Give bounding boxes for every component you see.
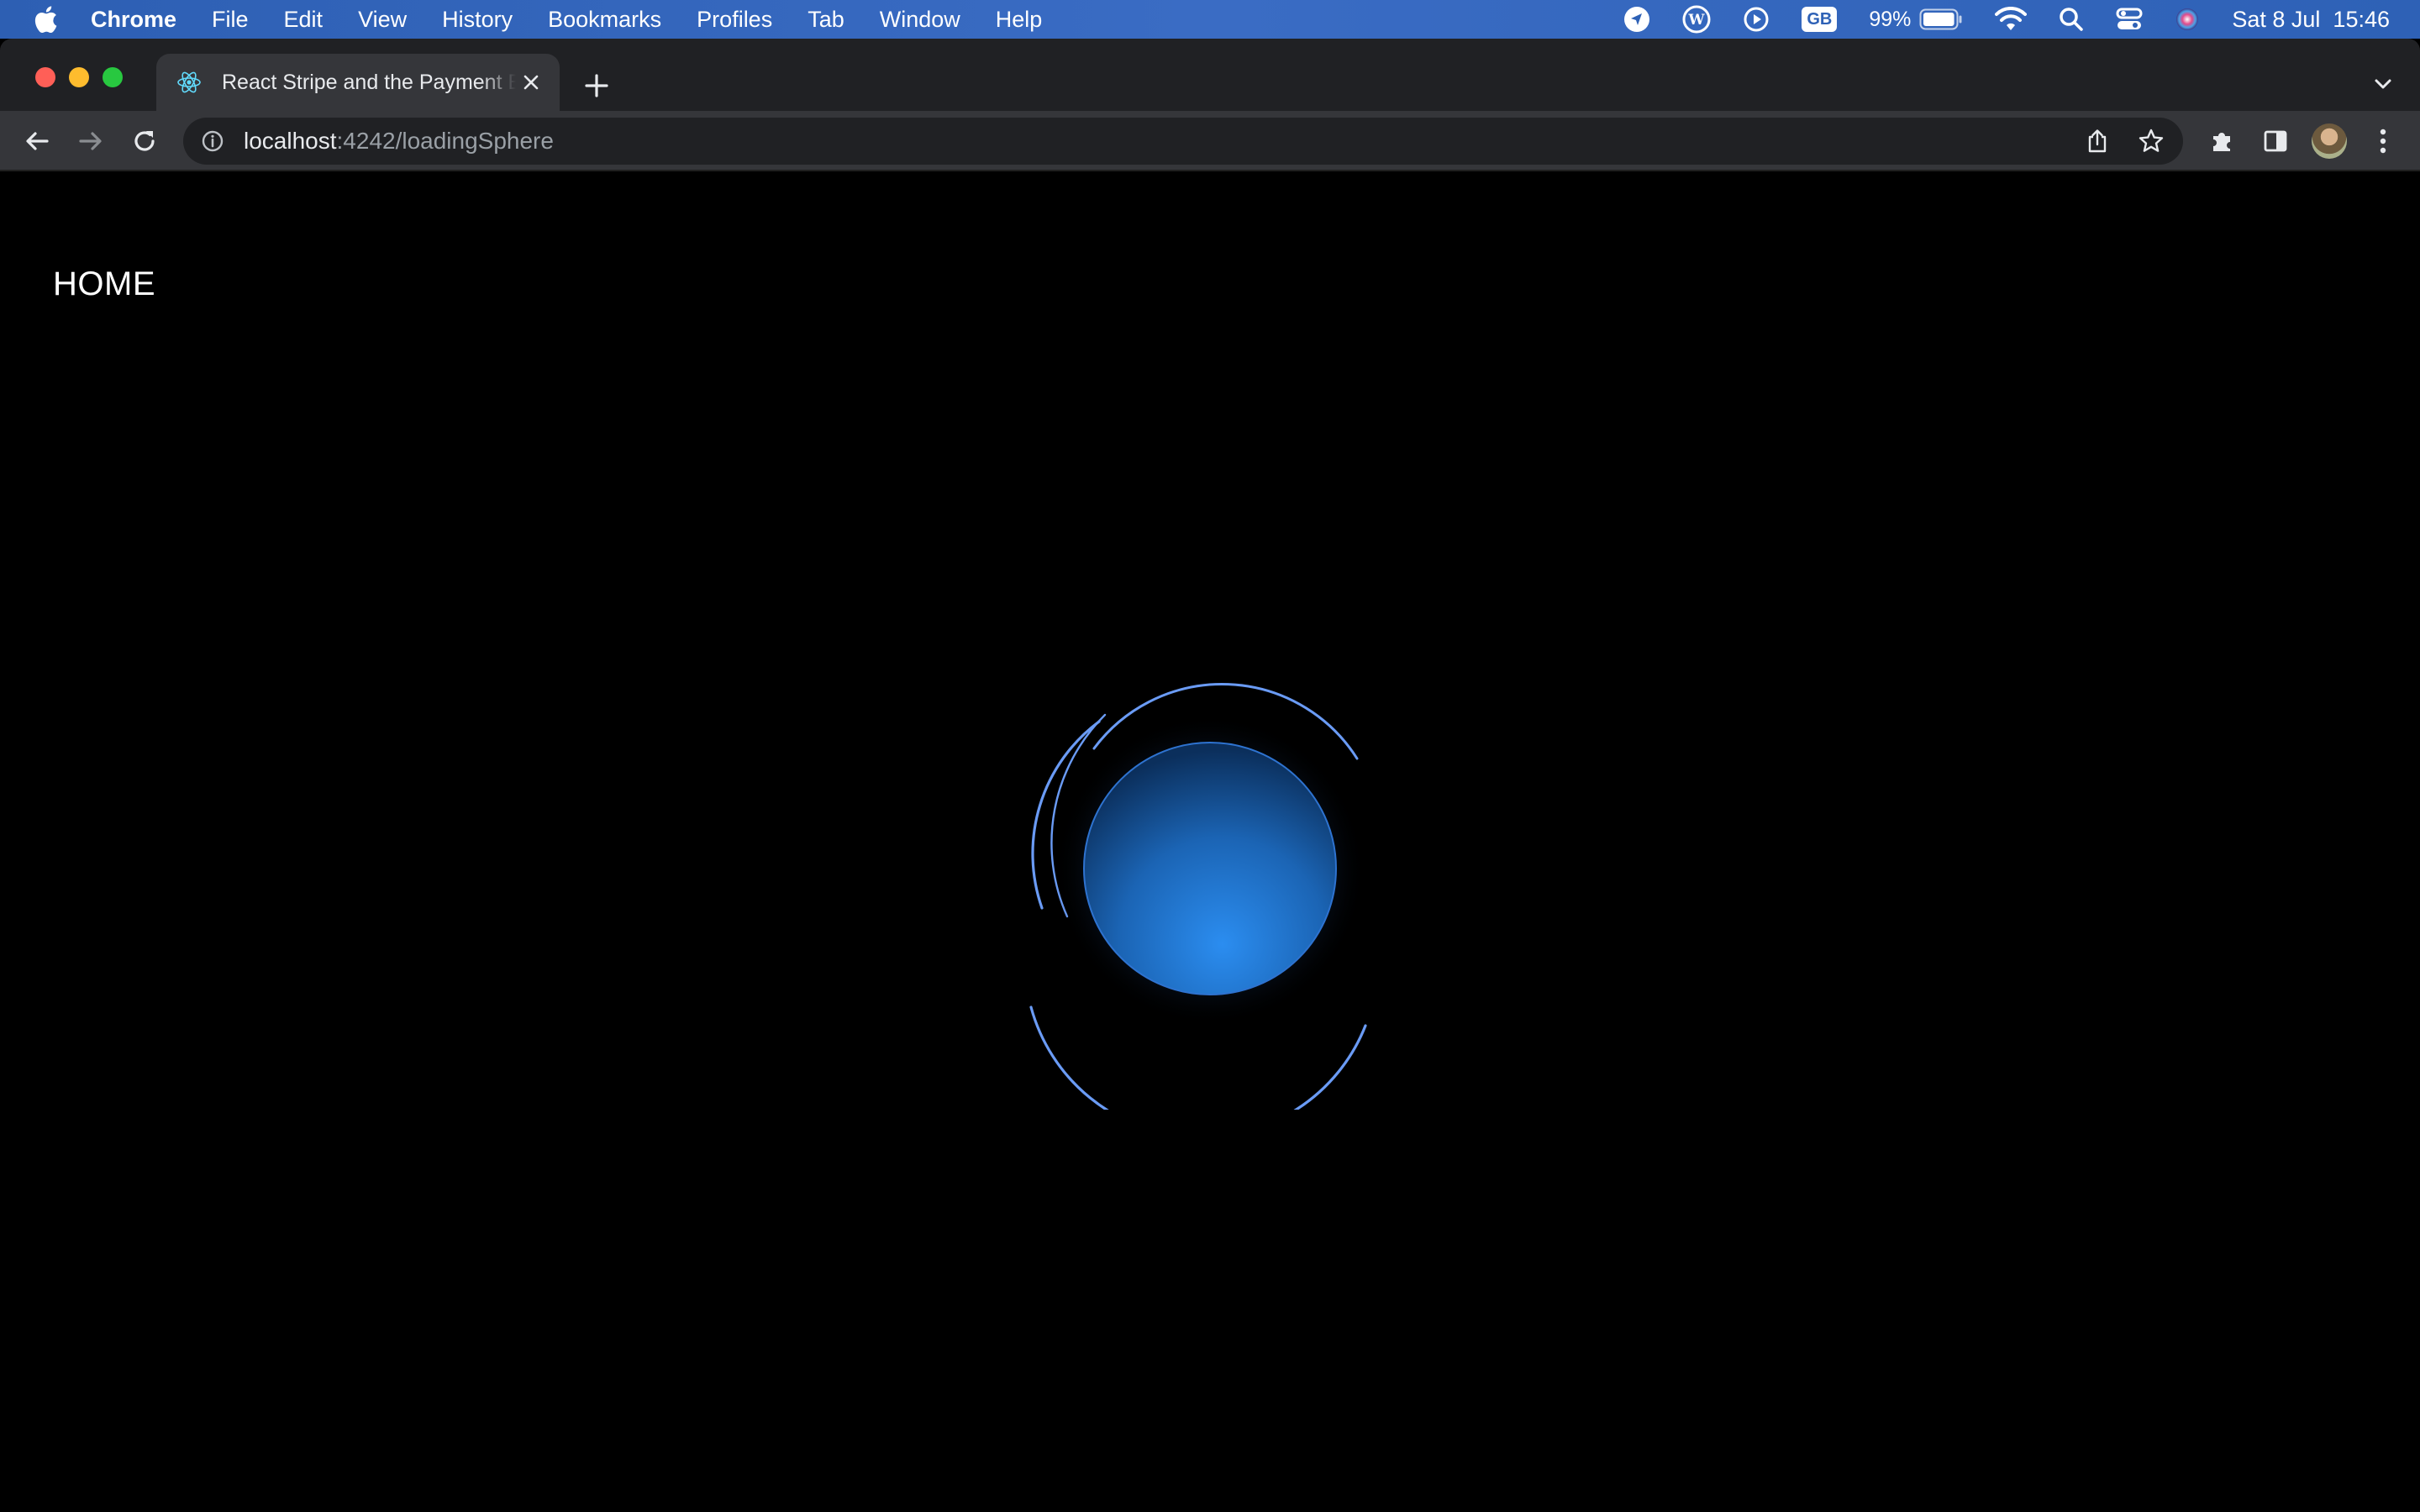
siri-icon[interactable] [2175, 7, 2200, 32]
location-arrow-icon[interactable] [1623, 6, 1650, 33]
side-panel-icon[interactable] [2259, 124, 2292, 158]
forward-arrow-icon[interactable] [74, 124, 108, 158]
macos-menu-bar: Chrome File Edit View History Bookmarks … [0, 0, 2420, 39]
active-tab[interactable]: React Stripe and the Payment Element [156, 54, 560, 111]
url-text[interactable]: localhost:4242/loadingSphere [244, 128, 554, 155]
menubar-clock[interactable]: Sat 8 Jul 15:46 [2232, 7, 2390, 33]
loader-sphere-core [1083, 742, 1337, 995]
menu-history[interactable]: History [442, 0, 513, 39]
wifi-icon[interactable] [1995, 7, 2028, 32]
close-window-button[interactable] [35, 67, 55, 87]
menu-edit[interactable]: Edit [284, 0, 324, 39]
menu-app-name[interactable]: Chrome [91, 0, 176, 39]
browser-window: React Stripe and the Payment Element loc… [0, 39, 2420, 1512]
wordpress-icon[interactable]: W [1682, 5, 1711, 34]
react-icon [175, 68, 203, 97]
battery-icon [1919, 8, 1962, 30]
menu-view[interactable]: View [358, 0, 407, 39]
minimize-window-button[interactable] [69, 67, 89, 87]
avatar [2312, 123, 2347, 159]
new-tab-plus-icon[interactable] [580, 69, 613, 102]
bookmark-star-icon[interactable] [2136, 126, 2166, 156]
battery-percent: 99% [1869, 7, 1912, 31]
fullscreen-window-button[interactable] [103, 67, 123, 87]
address-bar[interactable]: localhost:4242/loadingSphere [183, 118, 2183, 165]
url-host: localhost [244, 128, 337, 154]
menu-file[interactable]: File [212, 0, 249, 39]
extensions-puzzle-icon[interactable] [2205, 124, 2238, 158]
spotlight-search-icon[interactable] [2059, 7, 2084, 32]
battery-indicator[interactable]: 99% [1869, 8, 1963, 32]
menu-window[interactable]: Window [880, 0, 960, 39]
share-icon[interactable] [2082, 126, 2112, 156]
more-menu-icon[interactable] [2366, 124, 2400, 158]
input-source-badge[interactable]: GB [1802, 7, 1838, 32]
play-circle-icon[interactable] [1743, 6, 1770, 33]
apple-menu-icon[interactable] [30, 4, 60, 34]
control-center-icon[interactable] [2116, 7, 2143, 32]
loading-sphere [1029, 683, 1367, 1110]
menu-tab[interactable]: Tab [808, 0, 844, 39]
reload-icon[interactable] [128, 124, 161, 158]
svg-text:W: W [1688, 12, 1706, 29]
url-path: :4242/loadingSphere [336, 128, 554, 154]
menu-profiles[interactable]: Profiles [697, 0, 772, 39]
site-info-icon[interactable] [198, 127, 227, 155]
close-tab-icon[interactable] [518, 69, 544, 96]
tab-search-chevron-icon[interactable] [2368, 69, 2398, 99]
browser-toolbar: localhost:4242/loadingSphere [0, 111, 2420, 171]
back-arrow-icon[interactable] [20, 124, 54, 158]
profile-avatar[interactable] [2311, 123, 2348, 160]
home-link[interactable]: HOME [53, 265, 155, 303]
tab-strip: React Stripe and the Payment Element [0, 39, 2420, 111]
page-content: HOME [0, 173, 2420, 1512]
tab-title: React Stripe and the Payment Element [222, 70, 516, 94]
menu-bookmarks[interactable]: Bookmarks [548, 0, 661, 39]
menu-help[interactable]: Help [996, 0, 1043, 39]
